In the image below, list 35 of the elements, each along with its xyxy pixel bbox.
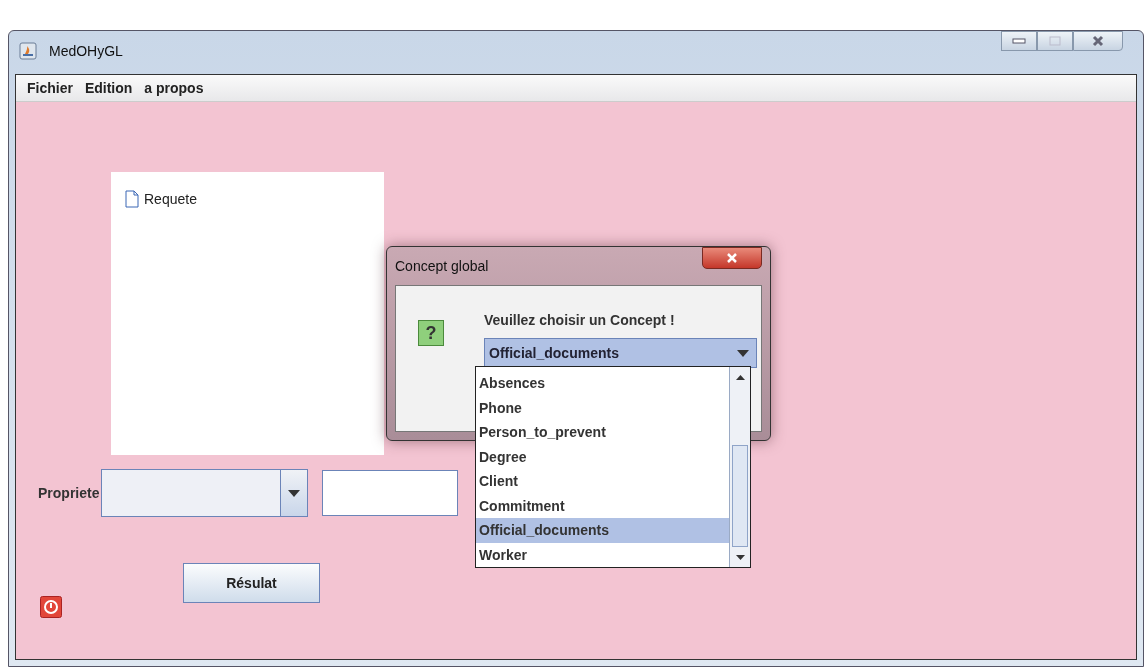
list-option[interactable]: Degree [476, 444, 729, 469]
dialog-title: Concept global [395, 258, 489, 274]
property-dropdown[interactable] [101, 469, 309, 517]
menu-item[interactable]: Edition [79, 78, 138, 98]
close-button[interactable] [702, 247, 762, 269]
list-option[interactable]: Worker [476, 542, 729, 567]
close-icon [726, 253, 738, 263]
close-icon [1092, 35, 1104, 47]
close-button[interactable] [1073, 31, 1123, 51]
menu-item[interactable]: a propos [139, 78, 209, 98]
menu-item[interactable]: Fichier [22, 78, 78, 98]
tree-item[interactable]: Requete [144, 191, 197, 207]
caret-icon [737, 349, 749, 357]
window-title: MedOHyGL [49, 43, 123, 59]
document-icon [125, 190, 139, 208]
concept-dropdown[interactable]: Official_documents [484, 338, 757, 368]
list-option[interactable]: Official_documents [476, 518, 729, 543]
list-option[interactable]: Client [476, 469, 729, 494]
property-label: Propriete [38, 485, 100, 501]
list-option[interactable]: Person_to_prevent [476, 420, 729, 445]
list-option[interactable]: Phone [476, 395, 729, 420]
dialog-message: Veuillez choisir un Concept ! [484, 312, 676, 328]
caret-icon [288, 489, 301, 497]
app-icon [19, 42, 37, 60]
maximize-icon [1049, 36, 1061, 46]
list-option[interactable]: Absences [476, 371, 729, 396]
minimize-button[interactable] [1001, 31, 1037, 51]
maximize-button[interactable] [1037, 31, 1073, 51]
result-button[interactable]: Résulat [183, 563, 320, 603]
list-option[interactable]: Commitment [476, 493, 729, 518]
question-icon: ? [418, 320, 444, 346]
power-icon[interactable] [40, 596, 62, 618]
value-field[interactable] [322, 470, 459, 516]
scroll-bar[interactable] [729, 367, 750, 567]
minimize-icon [1012, 38, 1026, 44]
